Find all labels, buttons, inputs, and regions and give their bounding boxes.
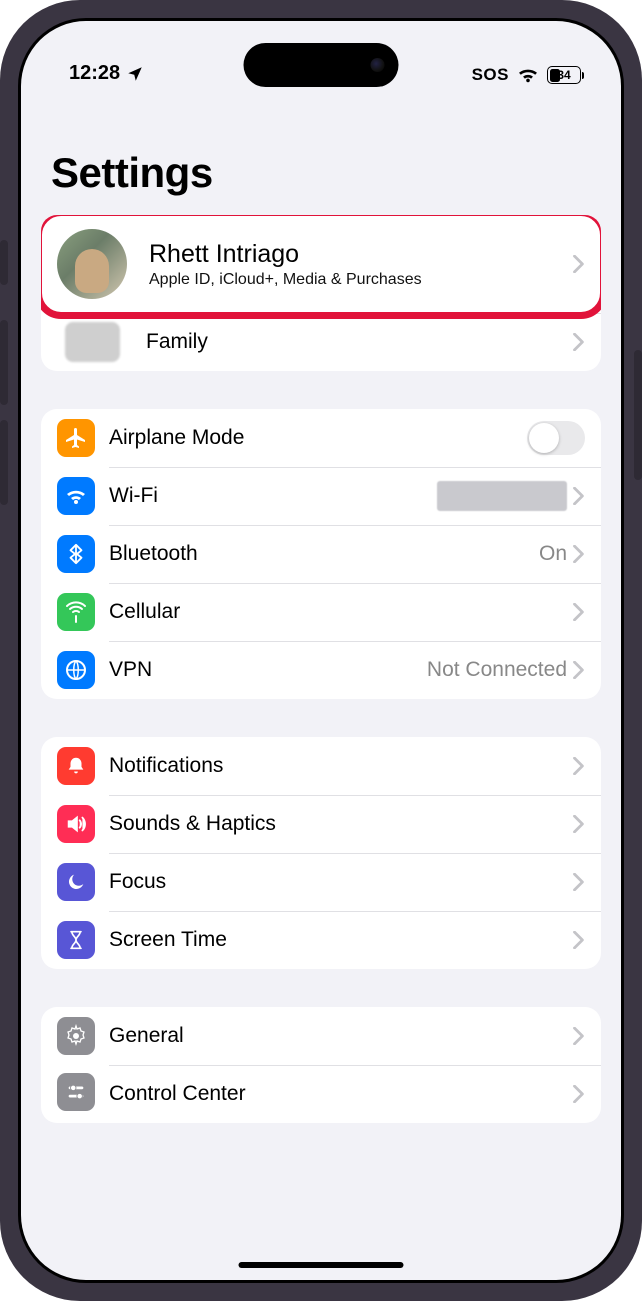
family-label: Family <box>146 330 573 354</box>
chevron-right-icon <box>573 603 585 621</box>
bluetooth-row[interactable]: Bluetooth On <box>41 525 601 583</box>
group-account: Rhett Intriago Apple ID, iCloud+, Media … <box>41 215 601 371</box>
sounds-label: Sounds & Haptics <box>109 812 573 836</box>
notifications-row[interactable]: Notifications <box>41 737 601 795</box>
chevron-right-icon <box>573 873 585 891</box>
screen: 12:28 SOS 34 Settings <box>21 21 621 1280</box>
home-indicator[interactable] <box>239 1262 404 1268</box>
status-time: 12:28 <box>69 62 120 85</box>
group-general: General Control Center <box>41 1007 601 1123</box>
wifi-label: Wi-Fi <box>109 484 437 508</box>
mute-switch <box>0 240 8 285</box>
sounds-row[interactable]: Sounds & Haptics <box>41 795 601 853</box>
bluetooth-icon <box>57 535 95 573</box>
airplane-label: Airplane Mode <box>109 426 527 450</box>
group-system: Notifications Sounds & Haptics <box>41 737 601 969</box>
chevron-right-icon <box>573 661 585 679</box>
vpn-status: Not Connected <box>427 658 567 682</box>
chevron-right-icon <box>573 1085 585 1103</box>
family-avatar <box>65 322 120 362</box>
control-center-row[interactable]: Control Center <box>41 1065 601 1123</box>
speaker-icon <box>57 805 95 843</box>
page-title: Settings <box>21 91 621 215</box>
airplane-mode-row[interactable]: Airplane Mode <box>41 409 601 467</box>
globe-icon <box>57 651 95 689</box>
airplane-icon <box>57 419 95 457</box>
airplane-toggle[interactable] <box>527 421 585 455</box>
wifi-network-name-redacted <box>437 481 567 511</box>
battery-percent: 34 <box>557 68 570 82</box>
bluetooth-status: On <box>539 542 567 566</box>
profile-name: Rhett Intriago <box>149 240 573 269</box>
avatar <box>57 229 127 299</box>
focus-label: Focus <box>109 870 573 894</box>
cellular-label: Cellular <box>109 600 573 624</box>
gear-icon <box>57 1017 95 1055</box>
toggle-knob <box>529 423 559 453</box>
family-row[interactable]: Family <box>41 313 601 371</box>
chevron-right-icon <box>573 1027 585 1045</box>
chevron-right-icon <box>573 757 585 775</box>
cellular-row[interactable]: Cellular <box>41 583 601 641</box>
wifi-settings-icon <box>57 477 95 515</box>
control-center-label: Control Center <box>109 1082 573 1106</box>
chevron-right-icon <box>573 815 585 833</box>
power-button <box>634 350 642 480</box>
wifi-icon <box>517 66 539 84</box>
sliders-icon <box>57 1073 95 1111</box>
general-row[interactable]: General <box>41 1007 601 1065</box>
hourglass-icon <box>57 921 95 959</box>
chevron-right-icon <box>573 333 585 351</box>
group-network: Airplane Mode Wi-Fi <box>41 409 601 699</box>
notifications-label: Notifications <box>109 754 573 778</box>
device-frame: 12:28 SOS 34 Settings <box>0 0 642 1301</box>
dynamic-island <box>244 43 399 87</box>
chevron-right-icon <box>573 487 585 505</box>
screen-time-row[interactable]: Screen Time <box>41 911 601 969</box>
wifi-row[interactable]: Wi-Fi <box>41 467 601 525</box>
sos-label: SOS <box>472 65 509 85</box>
apple-id-row[interactable]: Rhett Intriago Apple ID, iCloud+, Media … <box>41 215 601 313</box>
bluetooth-label: Bluetooth <box>109 542 539 566</box>
profile-subtitle: Apple ID, iCloud+, Media & Purchases <box>149 271 573 289</box>
volume-up-button <box>0 320 8 405</box>
vpn-label: VPN <box>109 658 427 682</box>
battery-icon: 34 <box>547 66 581 84</box>
chevron-right-icon <box>573 545 585 563</box>
bell-icon <box>57 747 95 785</box>
screen-time-label: Screen Time <box>109 928 573 952</box>
cellular-icon <box>57 593 95 631</box>
moon-icon <box>57 863 95 901</box>
front-camera-icon <box>371 58 385 72</box>
general-label: General <box>109 1024 573 1048</box>
chevron-right-icon <box>573 255 585 273</box>
vpn-row[interactable]: VPN Not Connected <box>41 641 601 699</box>
location-icon <box>126 65 144 83</box>
volume-down-button <box>0 420 8 505</box>
chevron-right-icon <box>573 931 585 949</box>
focus-row[interactable]: Focus <box>41 853 601 911</box>
